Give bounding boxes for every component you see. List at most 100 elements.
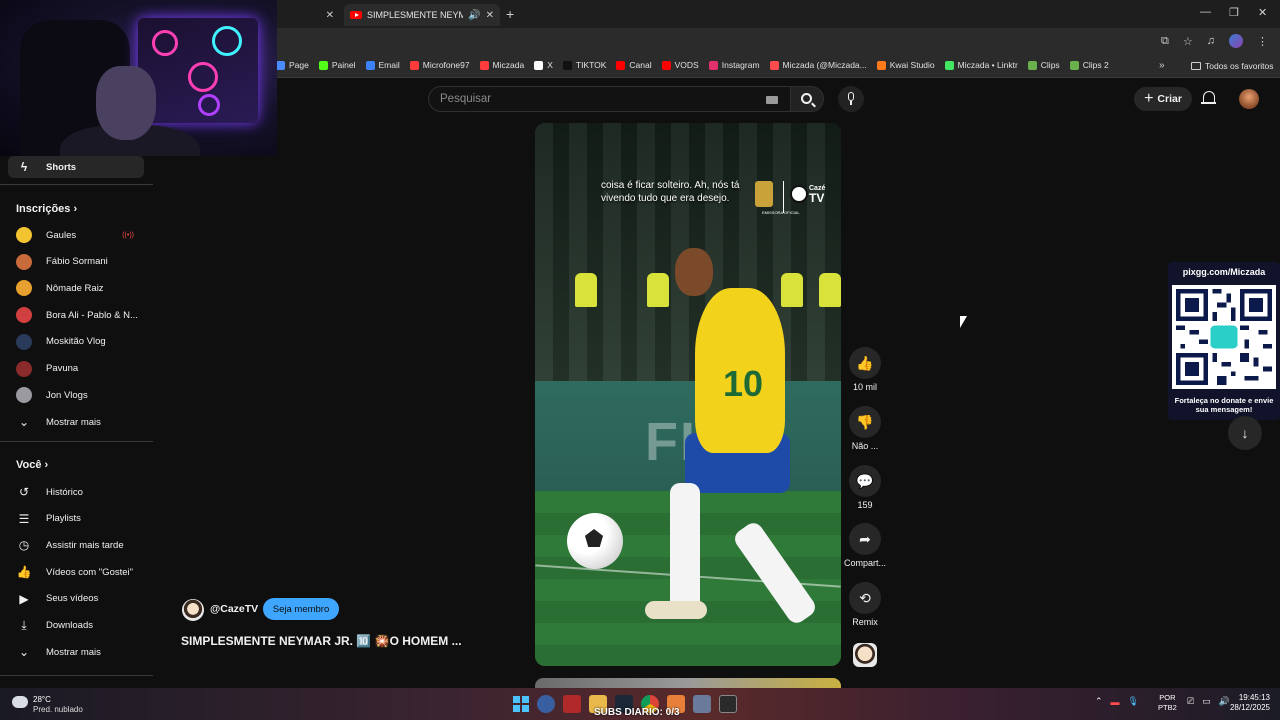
sidebar-item-label: Vídeos com "Gostei"	[46, 566, 134, 578]
bookmark-favicon-icon	[1069, 60, 1079, 70]
sidebar-item-channel[interactable]: Nômade Raiz	[8, 277, 144, 299]
bookmark-item[interactable]: Clips 2	[1069, 60, 1109, 70]
tab-background[interactable]: ✕	[278, 4, 340, 26]
notifications-bell-icon[interactable]	[1201, 91, 1216, 104]
subscriptions-heading[interactable]: Inscrições ›	[16, 203, 77, 215]
battery-icon[interactable]: ▭	[1202, 696, 1211, 707]
pix-url: pixgg.com/Miczada	[1182, 267, 1266, 277]
tab-active[interactable]: SIMPLESMENTE NEYMAR JR. 🔊 ✕	[344, 4, 500, 26]
sidebar-item-channel[interactable]: Gaules ((•))	[8, 224, 144, 246]
close-tab-icon[interactable]: ✕	[486, 10, 494, 21]
clock-time: 19:45:13	[1238, 693, 1270, 702]
video-title[interactable]: SIMPLESMENTE NEYMAR JR. 🔟 🎇O HOMEM ...	[181, 634, 462, 648]
windows-start-icon[interactable]	[513, 696, 529, 712]
share-button[interactable]: ➦	[849, 523, 881, 555]
official-broadcaster-badge-icon	[755, 181, 773, 207]
dislike-button[interactable]: 👎	[849, 406, 881, 438]
channel-name[interactable]: @CazeTV	[210, 603, 258, 615]
sidebar-item-label: Bora Ali - Pablo & N...	[46, 309, 138, 321]
sound-channel-avatar[interactable]	[853, 643, 877, 667]
new-tab-button[interactable]: +	[506, 6, 514, 22]
tray-mic-icon[interactable]: 🎙	[1128, 696, 1139, 707]
speaker-icon[interactable]: 🔊	[468, 10, 480, 21]
language-indicator[interactable]: POR PTB2	[1158, 693, 1177, 713]
sidebar-item-channel[interactable]: Fábio Sormani	[8, 251, 144, 273]
remix-button[interactable]: ⟲	[849, 582, 881, 614]
voice-search-button[interactable]	[838, 86, 864, 112]
weather-widget[interactable]: 28°C Pred. nublado	[33, 695, 83, 715]
sidebar-item-label: Histórico	[46, 486, 83, 498]
settings-app-icon[interactable]	[537, 695, 555, 713]
short-video-player[interactable]: FIFA 10 coisa é ficar solteiro. Ah, nós …	[535, 123, 841, 666]
comments-button[interactable]: 💬	[849, 465, 881, 497]
bookmark-item[interactable]: Clips	[1027, 60, 1060, 70]
obs-icon[interactable]	[719, 695, 737, 713]
restore-icon[interactable]: ❐	[1229, 6, 1239, 19]
tray-expand-icon[interactable]: ⌃	[1095, 696, 1103, 707]
media-control-icon[interactable]: ♫	[1207, 35, 1215, 47]
thumbs-down-icon: 👎	[856, 413, 874, 430]
tray-app-icon[interactable]: ▬	[1111, 697, 1120, 707]
user-avatar[interactable]	[1239, 89, 1259, 109]
bookmark-item[interactable]: Miczada	[479, 60, 524, 70]
channel-avatar	[16, 253, 32, 270]
bookmark-item[interactable]: Microfone97	[409, 60, 470, 70]
sidebar-item-you[interactable]: ◷ Assistir mais tarde	[8, 534, 144, 556]
app-gray-icon[interactable]	[693, 695, 711, 713]
sidebar-item-label: Gaules	[46, 229, 77, 241]
bookmark-item[interactable]: Painel	[318, 60, 356, 70]
sidebar-item-you[interactable]: ⤓ Downloads	[8, 615, 144, 637]
bookmark-item[interactable]: Canal	[616, 60, 652, 70]
bookmarks-overflow-icon[interactable]: »	[1159, 60, 1165, 71]
join-membership-button[interactable]: Seja membro	[263, 598, 339, 620]
bookmark-item[interactable]: Miczada • Linktr	[944, 60, 1018, 70]
sidebar-item-you[interactable]: ↺ Histórico	[8, 481, 144, 503]
bookmark-item[interactable]: VODS	[661, 60, 699, 70]
close-window-icon[interactable]: ✕	[1258, 6, 1267, 19]
bookmark-favicon-icon	[318, 60, 328, 70]
show-more-you[interactable]: ⌄ Mostrar mais	[8, 641, 144, 663]
minimize-icon[interactable]: —	[1200, 6, 1211, 18]
bookmark-item[interactable]: Instagram	[708, 60, 760, 70]
pix-donation-overlay: pixgg.com/Miczada Fortaleça no donate e …	[1168, 262, 1280, 420]
download-icon: ⤓	[21, 618, 27, 632]
sidebar-item-label: Downloads	[46, 620, 93, 631]
menu-kebab-icon[interactable]: ⋮	[1257, 35, 1268, 48]
channel-avatar[interactable]	[182, 599, 204, 621]
network-icon[interactable]: ⎚	[1187, 696, 1194, 707]
sidebar-item-channel[interactable]: Pavuna	[8, 358, 144, 380]
system-clock[interactable]: 19:45:13 28/12/2025	[1228, 693, 1270, 713]
sidebar-item-channel[interactable]: Jon Vlogs	[8, 384, 144, 406]
weather-cloud-icon[interactable]	[12, 696, 28, 708]
you-heading[interactable]: Você ›	[16, 459, 48, 471]
chevron-down-icon: ⌄	[18, 645, 30, 659]
like-button[interactable]: 👍	[849, 347, 881, 379]
sidebar-item-you[interactable]: ☰ Playlists	[8, 508, 144, 530]
bookmark-item[interactable]: Miczada (@Miczada...	[769, 60, 867, 70]
channel-avatar	[16, 307, 32, 324]
next-video-button[interactable]: ↓	[1228, 416, 1262, 450]
keyboard-icon[interactable]	[766, 96, 778, 104]
sidebar-item-you[interactable]: ▶ Seus vídeos	[8, 588, 144, 610]
install-app-icon[interactable]: ⧉	[1161, 35, 1169, 48]
voicemod-app-icon[interactable]	[563, 695, 581, 713]
sidebar-item-channel[interactable]: Bora Ali - Pablo & N...	[8, 304, 144, 326]
share-icon: ➦	[859, 530, 871, 547]
chevron-right-icon: ›	[44, 459, 49, 471]
all-bookmarks-button[interactable]: Todos os favoritos	[1191, 61, 1274, 71]
bookmark-item[interactable]: Email	[365, 60, 400, 70]
create-button[interactable]: + Criar	[1134, 87, 1192, 111]
search-button[interactable]	[790, 86, 824, 112]
sidebar-item-you[interactable]: 👍 Vídeos com "Gostei"	[8, 561, 144, 583]
show-more-subscriptions[interactable]: ⌄ Mostrar mais	[8, 411, 144, 433]
profile-icon[interactable]	[1229, 34, 1243, 48]
sidebar-item-channel[interactable]: Moskitão Vlog	[8, 331, 144, 353]
bookmark-star-icon[interactable]: ☆	[1183, 35, 1193, 48]
bookmark-item[interactable]: TIKTOK	[562, 60, 606, 70]
bookmark-item[interactable]: Page	[276, 60, 309, 70]
sidebar-item-shorts[interactable]: ϟ Shorts	[8, 156, 144, 178]
bookmark-item[interactable]: Kwai Studio	[876, 60, 935, 70]
bookmark-item[interactable]: X	[534, 60, 553, 70]
search-input[interactable]: Pesquisar	[428, 86, 790, 112]
close-tab-icon[interactable]: ✕	[326, 10, 334, 21]
